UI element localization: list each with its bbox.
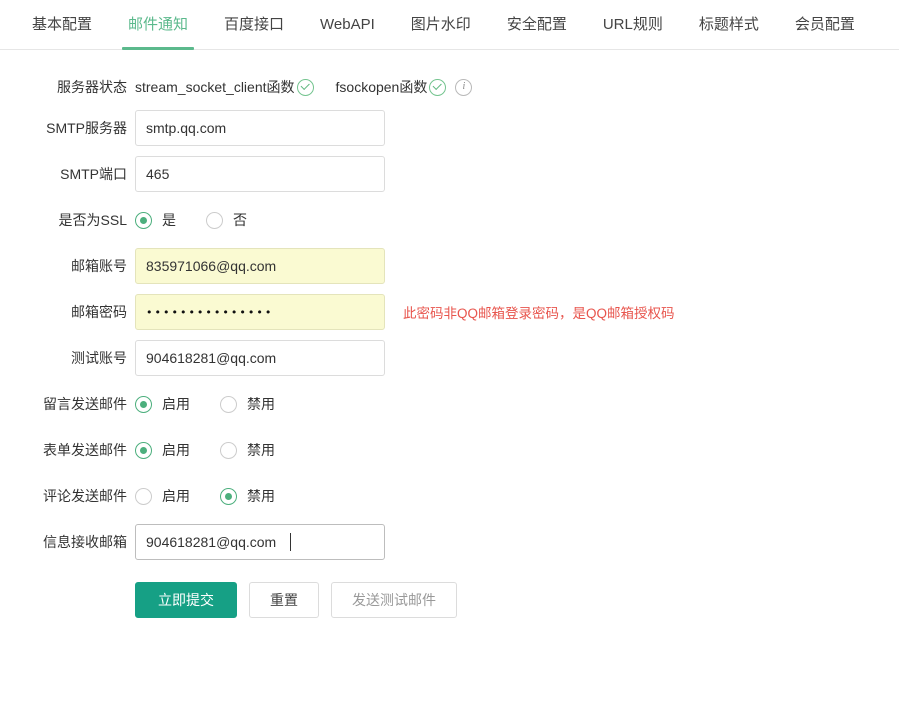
check-circle-icon xyxy=(296,78,314,96)
radio-ssl-no[interactable]: 否 xyxy=(206,210,247,230)
form-mail-radio-group: 启用 禁用 xyxy=(135,440,899,460)
tab-member-config[interactable]: 会员配置 xyxy=(777,0,873,49)
mail-password-input[interactable]: ••••••••••••••• xyxy=(135,294,385,330)
radio-mark-icon xyxy=(135,211,152,229)
status-fsockopen: fsockopen函数 i xyxy=(336,77,473,97)
info-circle-icon[interactable]: i xyxy=(455,78,473,96)
row-mail-account: 邮箱账号 xyxy=(0,248,899,284)
mail-account-input[interactable] xyxy=(135,248,385,284)
radio-mark-icon xyxy=(135,441,152,459)
row-use-ssl: 是否为SSL 是 否 xyxy=(0,202,899,238)
server-status-values: stream_socket_client函数 fsockopen函数 i xyxy=(135,77,899,97)
row-receive-mailbox: 信息接收邮箱 xyxy=(0,524,899,560)
label-receive-mailbox: 信息接收邮箱 xyxy=(43,534,127,550)
row-mail-password: 邮箱密码 ••••••••••••••• 此密码非QQ邮箱登录密码，是QQ邮箱授… xyxy=(0,294,899,330)
settings-tab-bar: 基本配置 邮件通知 百度接口 WebAPI 图片水印 安全配置 URL规则 标题… xyxy=(0,0,899,50)
row-message-mail: 留言发送邮件 启用 禁用 xyxy=(0,386,899,422)
row-smtp-server: SMTP服务器 xyxy=(0,110,899,146)
radio-form-mail-enable[interactable]: 启用 xyxy=(135,440,190,460)
radio-message-mail-enable-label: 启用 xyxy=(162,396,190,412)
reset-button[interactable]: 重置 xyxy=(249,582,319,618)
status-fsockopen-text: fsockopen函数 xyxy=(335,79,428,95)
radio-message-mail-enable[interactable]: 启用 xyxy=(135,394,190,414)
radio-comment-mail-enable-label: 启用 xyxy=(162,488,190,504)
radio-ssl-yes-label: 是 xyxy=(162,212,176,228)
test-account-input[interactable] xyxy=(135,340,385,376)
label-use-ssl: 是否为SSL xyxy=(58,212,127,228)
label-comment-mail: 评论发送邮件 xyxy=(43,488,127,504)
label-smtp-port: SMTP端口 xyxy=(60,166,127,182)
row-smtp-port: SMTP端口 xyxy=(0,156,899,192)
tab-url-rules[interactable]: URL规则 xyxy=(585,0,681,49)
send-test-mail-button[interactable]: 发送测试邮件 xyxy=(331,582,457,618)
radio-comment-mail-disable-label: 禁用 xyxy=(247,488,275,504)
tab-baidu-api[interactable]: 百度接口 xyxy=(206,0,302,49)
radio-message-mail-disable[interactable]: 禁用 xyxy=(220,394,275,414)
radio-form-mail-disable[interactable]: 禁用 xyxy=(220,440,275,460)
row-test-account: 测试账号 xyxy=(0,340,899,376)
message-mail-radio-group: 启用 禁用 xyxy=(135,394,899,414)
mail-password-hint: 此密码非QQ邮箱登录密码，是QQ邮箱授权码 xyxy=(403,306,675,321)
mail-notify-form: 服务器状态 stream_socket_client函数 fsockopen函数… xyxy=(0,50,899,618)
label-mail-password: 邮箱密码 xyxy=(71,304,127,320)
receive-mailbox-input[interactable] xyxy=(135,524,385,560)
row-server-status: 服务器状态 stream_socket_client函数 fsockopen函数… xyxy=(0,72,899,102)
radio-ssl-no-label: 否 xyxy=(233,212,247,228)
radio-mark-icon xyxy=(220,487,237,505)
radio-mark-icon xyxy=(220,441,237,459)
label-smtp-server: SMTP服务器 xyxy=(46,120,127,136)
smtp-port-input[interactable] xyxy=(135,156,385,192)
radio-comment-mail-disable[interactable]: 禁用 xyxy=(220,486,275,506)
smtp-server-input[interactable] xyxy=(135,110,385,146)
status-stream-socket-client-text: stream_socket_client函数 xyxy=(135,79,295,95)
tab-basic-config[interactable]: 基本配置 xyxy=(14,0,110,49)
radio-mark-icon xyxy=(206,211,223,229)
submit-button[interactable]: 立即提交 xyxy=(135,582,237,618)
radio-comment-mail-enable[interactable]: 启用 xyxy=(135,486,190,506)
tab-security-config[interactable]: 安全配置 xyxy=(489,0,585,49)
mail-password-masked-value: ••••••••••••••• xyxy=(146,306,274,319)
row-comment-mail: 评论发送邮件 启用 禁用 xyxy=(0,478,899,514)
tab-mail-notify[interactable]: 邮件通知 xyxy=(110,0,206,50)
label-message-mail: 留言发送邮件 xyxy=(43,396,127,412)
radio-mark-icon xyxy=(135,487,152,505)
tab-title-style[interactable]: 标题样式 xyxy=(681,0,777,49)
comment-mail-radio-group: 启用 禁用 xyxy=(135,486,899,506)
radio-mark-icon xyxy=(220,395,237,413)
label-test-account: 测试账号 xyxy=(71,350,127,366)
radio-message-mail-disable-label: 禁用 xyxy=(247,396,275,412)
radio-mark-icon xyxy=(135,395,152,413)
tab-image-watermark[interactable]: 图片水印 xyxy=(393,0,489,49)
radio-form-mail-enable-label: 启用 xyxy=(162,442,190,458)
check-circle-icon xyxy=(429,78,447,96)
radio-form-mail-disable-label: 禁用 xyxy=(247,442,275,458)
use-ssl-radio-group: 是 否 xyxy=(135,210,899,230)
label-server-status: 服务器状态 xyxy=(57,79,127,95)
tab-webapi[interactable]: WebAPI xyxy=(302,0,393,49)
label-mail-account: 邮箱账号 xyxy=(71,258,127,274)
status-stream-socket-client: stream_socket_client函数 xyxy=(135,77,314,97)
row-form-mail: 表单发送邮件 启用 禁用 xyxy=(0,432,899,468)
label-form-mail: 表单发送邮件 xyxy=(43,442,127,458)
row-form-actions: 立即提交 重置 发送测试邮件 xyxy=(0,582,899,618)
radio-ssl-yes[interactable]: 是 xyxy=(135,210,176,230)
text-caret xyxy=(290,533,291,551)
